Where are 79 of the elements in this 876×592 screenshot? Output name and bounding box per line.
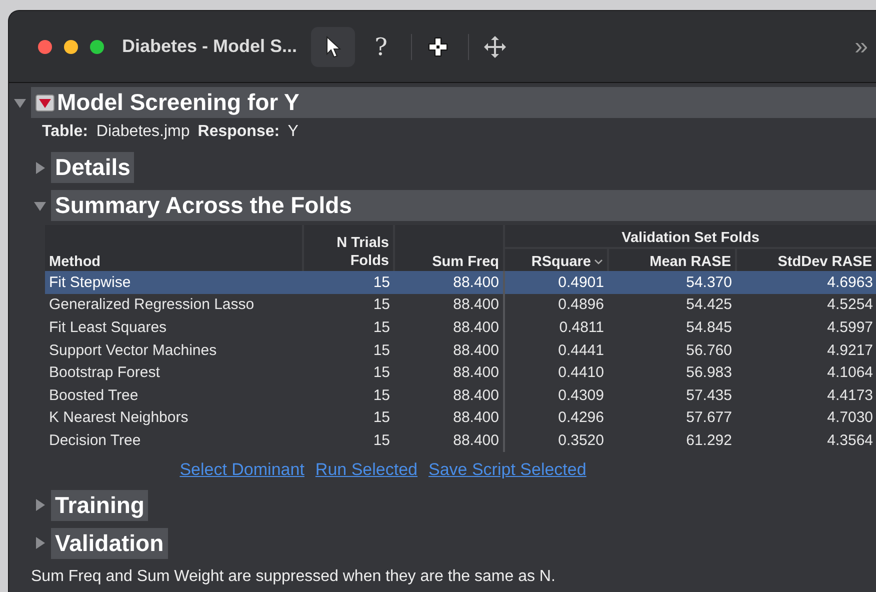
tool-button[interactable] (311, 26, 356, 66)
crosshair-icon (428, 36, 448, 56)
sort-chevron-icon (594, 259, 603, 265)
menu-icon[interactable] (35, 94, 55, 112)
table-cell: 15 (373, 342, 390, 359)
action-link[interactable]: Save Script Selected (428, 460, 586, 480)
table-cell: 15 (373, 296, 390, 314)
table-cell: 88.400 (453, 432, 499, 449)
table-cell: 61.292 (686, 432, 732, 449)
table-cell: 88.400 (453, 274, 499, 291)
table-cell: 4.4173 (827, 386, 874, 404)
table-cell: 54.425 (686, 296, 732, 314)
info-value: Diabetes.jmp (96, 123, 190, 140)
table-cell: Generalized Regression Lasso (49, 296, 254, 314)
table-cell: 88.400 (453, 386, 499, 404)
table-cell: 0.4811 (559, 318, 604, 336)
table-cell: 4.5997 (827, 318, 874, 336)
table-cell: 0.4441 (558, 342, 604, 359)
table-cell: 0.4901 (558, 274, 604, 291)
info-label: Table: (42, 123, 88, 140)
overflow-button[interactable]: » (854, 32, 868, 60)
window-title: Diabetes - Model S... (122, 36, 298, 57)
table-cell: Fit Least Squares (49, 318, 167, 336)
section-header[interactable]: Details (51, 152, 134, 183)
table-cell: Boosted Tree (49, 386, 138, 404)
footnote: Sum Freq and Sum Weight are suppressed when they are the same as N. (30, 566, 556, 586)
table-cell: 4.5254 (827, 296, 874, 314)
table-cell: 88.400 (453, 296, 499, 314)
table-cell: 4.9217 (827, 342, 874, 359)
expand-triangle-icon[interactable] (33, 160, 47, 174)
column-group-header: Validation Set Folds (622, 230, 760, 246)
expand-triangle-icon[interactable] (33, 498, 47, 512)
action-link[interactable]: Run Selected (315, 460, 418, 480)
table-cell: K Nearest Neighbors (49, 409, 188, 426)
table-cell: 15 (373, 409, 390, 426)
close-button[interactable] (38, 40, 52, 54)
table-cell: 0.4309 (558, 386, 604, 404)
table-cell: 0.4296 (558, 409, 604, 426)
table-cell: 0.3520 (558, 432, 604, 449)
column-header[interactable]: Method (49, 254, 101, 270)
table-cell: 0.4410 (558, 364, 604, 382)
table-cell: Support Vector Machines (49, 342, 217, 359)
action-link[interactable]: Select Dominant (180, 460, 304, 480)
minimize-button[interactable] (64, 40, 78, 54)
table-cell: Bootstrap Forest (49, 364, 160, 382)
table-cell: 88.400 (453, 364, 499, 382)
table-cell: 57.435 (686, 386, 732, 404)
table-cell: 56.760 (686, 342, 732, 359)
help-icon: ? (374, 32, 388, 60)
pointer-icon (325, 36, 342, 58)
info-label: Response: (198, 123, 280, 140)
table-cell: 15 (373, 386, 390, 404)
table-cell: Decision Tree (49, 432, 141, 449)
table-cell: 54.370 (686, 274, 732, 291)
table-cell: 15 (373, 274, 390, 291)
zoom-button[interactable] (90, 40, 104, 54)
table-cell: 56.983 (686, 364, 732, 382)
table-cell: 4.6963 (827, 274, 874, 291)
info-value: Y (288, 123, 298, 140)
table-cell: 15 (373, 364, 390, 382)
table-cell: 15 (373, 432, 390, 449)
table-cell: 57.677 (686, 409, 732, 426)
report-title: Model Screening for Y (57, 89, 300, 116)
section-header[interactable]: Summary Across the Folds (51, 190, 876, 221)
table-cell: 54.845 (686, 318, 732, 336)
table-cell: 88.400 (453, 318, 499, 336)
section-header[interactable]: Validation (51, 528, 168, 559)
table-cell: 88.400 (453, 342, 499, 359)
table-cell: Fit Stepwise (49, 274, 131, 291)
table-cell: 0.4896 (558, 296, 604, 314)
table-cell: 4.3564 (827, 432, 874, 449)
move-icon (484, 36, 506, 58)
tool-button[interactable]: ? (359, 26, 404, 66)
table-cell: 4.7030 (827, 409, 874, 426)
table-cell: 15 (373, 318, 390, 336)
table-cell: 4.1064 (827, 364, 874, 382)
expand-triangle-icon[interactable] (33, 536, 47, 550)
table-cell: 88.400 (453, 409, 499, 426)
section-header[interactable]: Training (51, 490, 148, 521)
